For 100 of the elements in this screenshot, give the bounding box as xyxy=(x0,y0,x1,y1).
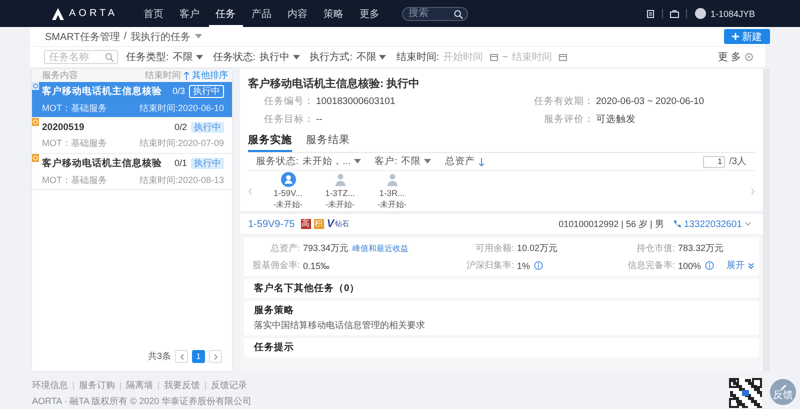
calendar-icon xyxy=(490,53,498,61)
customer-card[interactable]: 1-59V... -未开始- xyxy=(262,172,314,210)
status-tag: 执行中 xyxy=(191,122,224,132)
breadcrumb-current[interactable]: 我执行的任务 xyxy=(130,30,191,44)
sort-icon[interactable] xyxy=(479,158,484,166)
person-avatar-icon xyxy=(280,172,296,187)
field-value: -- xyxy=(315,114,322,125)
search-icon xyxy=(454,10,463,18)
task-progress: 0/2 xyxy=(174,122,187,132)
task-progress: 0/3 xyxy=(172,86,185,96)
field-label: 任务目标： xyxy=(263,113,314,126)
search-icon xyxy=(105,53,114,62)
detail-tab[interactable]: 服务结果 xyxy=(306,133,350,152)
phone-number[interactable]: 13322032601 xyxy=(684,218,742,230)
nav-tab[interactable]: 客户 xyxy=(172,0,207,27)
person-icon xyxy=(384,172,400,187)
customer-status: -未开始- xyxy=(273,199,303,210)
filter-dropdown[interactable]: 执行中 xyxy=(260,50,300,64)
task-progress: 0/1 xyxy=(174,158,187,168)
caret-icon xyxy=(354,159,361,164)
new-button[interactable]: 新建 xyxy=(724,29,770,44)
qr-code xyxy=(729,378,762,408)
more-icon[interactable] xyxy=(745,53,753,61)
person-icon xyxy=(332,172,348,187)
filter-label: 客户: xyxy=(374,155,398,168)
asset-label: 持仓市值: xyxy=(635,242,675,255)
customer-id: 1-59V... xyxy=(274,188,302,198)
asset-value: 0.15‰ xyxy=(303,260,330,270)
returns-link[interactable]: 峰值和最近收益 xyxy=(352,243,409,254)
logo-text: AORTA xyxy=(69,8,118,19)
chevron-left-icon[interactable] xyxy=(248,188,252,194)
caret-icon xyxy=(379,54,386,60)
field-value: 2020-06-03 ~ 2020-06-10 xyxy=(595,96,704,107)
nav-tab[interactable]: 内容 xyxy=(280,0,315,27)
task-item[interactable]: 客户移动电话机主信息核验 0/1 执行中 MOT：基础服务 结束时间:2020-08-13 xyxy=(32,154,232,190)
prev-page-button[interactable] xyxy=(175,350,188,363)
filter-dropdown[interactable]: 不限 xyxy=(401,155,432,168)
asset-label: 信息完备率: xyxy=(626,259,675,272)
filter-label: 服务状态: xyxy=(256,155,299,168)
page-total: /3人 xyxy=(729,155,747,168)
user-name[interactable]: 1-1084JYB xyxy=(710,8,755,18)
task-category: MOT：基础服务 xyxy=(42,174,107,186)
task-end-time: 结束时间:2020-08-13 xyxy=(139,174,224,186)
nav-tab[interactable]: 策略 xyxy=(316,0,351,27)
page-input[interactable]: 1 xyxy=(703,156,726,168)
chevron-right-icon[interactable] xyxy=(751,188,755,194)
total-count: 共3条 xyxy=(148,350,171,363)
user-avatar[interactable] xyxy=(695,8,706,19)
caret-icon xyxy=(424,159,432,164)
asset-label: 可用余额: xyxy=(474,242,514,255)
filter-dropdown[interactable]: 未开始，... xyxy=(302,155,361,168)
column-header: 服务内容 xyxy=(42,69,78,82)
nav-tab[interactable]: 更多 xyxy=(352,0,387,27)
asset-value: 1% xyxy=(517,260,530,270)
customer-id: 1-3TZ... xyxy=(325,188,355,198)
nav-tab[interactable]: 产品 xyxy=(244,0,279,27)
status-tag: 执行中 xyxy=(189,84,224,98)
filter-dropdown[interactable]: 不限 xyxy=(356,50,386,64)
chevron-left-icon xyxy=(180,354,184,360)
customer-card[interactable]: 1-3TZ... -未开始- xyxy=(314,172,366,210)
task-item[interactable]: 20200519 0/2 执行中 MOT：基础服务 结束时间:2020-07-09 xyxy=(32,118,232,154)
breadcrumb-link[interactable]: SMART任务管理 xyxy=(45,30,120,44)
customer-id-link[interactable]: 1-59V9-75 xyxy=(248,218,295,230)
customer-status: -未开始- xyxy=(325,199,355,210)
sort-icon[interactable] xyxy=(184,72,189,80)
note-icon[interactable] xyxy=(647,10,656,18)
task-flag-icon xyxy=(32,82,39,90)
filter-dropdown[interactable]: 不限 xyxy=(172,50,203,64)
field-label: 服务评价： xyxy=(543,113,594,126)
detail-tab[interactable]: 服务实施 xyxy=(248,133,292,152)
chevron-right-icon xyxy=(214,354,218,360)
plus-icon xyxy=(732,33,739,40)
search-field[interactable]: 搜索 xyxy=(402,6,468,20)
task-name-field[interactable]: 任务名称 xyxy=(44,50,118,64)
section-title: 客户名下其他任务（0） xyxy=(254,282,360,295)
task-title: 客户移动电话机主信息核验 xyxy=(42,156,162,170)
filter-label: 任务状态: xyxy=(212,50,256,64)
more-filters-link[interactable]: 更 多 xyxy=(718,50,741,64)
field-label: 任务有效期： xyxy=(533,95,594,108)
customer-tag: 高 xyxy=(300,219,311,229)
copyright-text: AORTA · 融TA 版权所有 © 2020 华泰证券股份有限公司 xyxy=(32,395,252,408)
nav-tab[interactable]: 首页 xyxy=(136,0,171,27)
caret-icon xyxy=(196,54,203,60)
chevron-down-icon[interactable] xyxy=(745,222,751,226)
briefcase-icon[interactable] xyxy=(670,10,680,18)
other-sort-link[interactable]: 其他排序 xyxy=(192,69,228,82)
phone-icon xyxy=(672,220,681,228)
next-page-button[interactable] xyxy=(209,350,222,363)
asset-value: 10.02万元 xyxy=(517,242,558,255)
task-category: MOT：基础服务 xyxy=(42,102,107,114)
logo-icon xyxy=(52,8,64,20)
customer-card[interactable]: 1-3R... -未开始- xyxy=(366,172,418,210)
asset-value: 100% xyxy=(678,260,702,270)
page-button[interactable]: 1 xyxy=(192,350,205,363)
sort-label[interactable]: 总资产 xyxy=(445,155,476,168)
calendar-icon xyxy=(558,53,567,61)
customer-info: 010100012992 | 56 岁 | 男 xyxy=(558,218,664,230)
expand-link[interactable]: 展开 xyxy=(726,259,754,272)
vip-mark: V xyxy=(326,218,334,230)
section-title: 服务策略 xyxy=(254,304,295,317)
